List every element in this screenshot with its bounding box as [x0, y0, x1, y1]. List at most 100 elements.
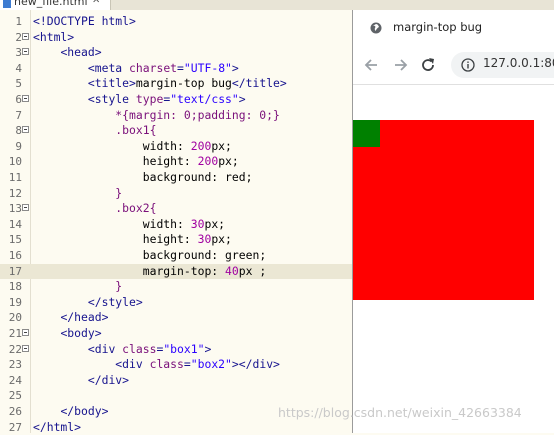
code-line[interactable]: 1 <!DOCTYPE html>	[0, 14, 352, 30]
fold-toggle-icon[interactable]	[22, 329, 29, 336]
line-number: 6	[15, 93, 22, 106]
code-line[interactable]: 13 .box2{	[0, 201, 352, 217]
editor-tab-strip: new_file.html ✕	[0, 0, 554, 10]
line-number: 5	[15, 77, 22, 91]
code-line[interactable]: 9 width: 200px;	[0, 139, 352, 155]
code-text: width: 30px;	[142, 216, 226, 231]
code-line[interactable]: 3 <head>	[0, 45, 352, 61]
code-text: <style type="text/css">	[87, 92, 246, 106]
line-number: 7	[15, 108, 22, 122]
code-line[interactable]: 19 </style>	[0, 295, 352, 311]
editor-tab-new-file[interactable]: new_file.html ✕	[0, 0, 111, 10]
code-text: margin-top: 40px ;	[142, 263, 267, 278]
code-text: *{margin: 0;padding: 0;}	[115, 107, 280, 122]
code-line[interactable]: 7 *{margin: 0;padding: 0;}	[0, 108, 352, 124]
code-text: </head>	[60, 310, 109, 325]
line-number: 19	[8, 295, 22, 309]
code-line[interactable]: 20 </head>	[0, 310, 352, 326]
browser-tab-title: margin-top bug	[393, 20, 483, 34]
line-number: 2	[15, 30, 22, 44]
info-icon[interactable]	[461, 58, 475, 72]
line-number: 4	[15, 61, 22, 75]
line-number: 8	[15, 124, 22, 138]
code-line[interactable]: 17 margin-top: 40px ;	[0, 263, 352, 280]
code-text: </div>	[87, 372, 130, 387]
line-number: 15	[8, 233, 22, 247]
code-text: }	[115, 185, 123, 200]
code-text: <head>	[60, 45, 102, 60]
line-number: 18	[8, 280, 22, 294]
line-number: 17	[8, 264, 22, 278]
code-text: </body>	[60, 404, 109, 418]
code-line[interactable]: 6 <style type="text/css">	[0, 92, 352, 108]
code-text: </style>	[87, 294, 143, 309]
browser-toolbar: 127.0.0.1:80/	[353, 46, 554, 85]
code-text: <html>	[33, 29, 75, 44]
line-number: 16	[8, 249, 22, 262]
code-line[interactable]: 14 width: 30px;	[0, 217, 352, 233]
back-arrow-icon[interactable]	[363, 56, 381, 74]
globe-icon	[370, 22, 382, 34]
code-line[interactable]: 22 <div class="box1">	[0, 342, 352, 358]
rendered-box2	[353, 120, 380, 147]
editor-tab-label: new_file.html	[14, 0, 88, 8]
code-text: width: 200px;	[142, 138, 232, 153]
fold-toggle-icon[interactable]	[22, 95, 29, 102]
browser-window: margin-top bug 127.0.0.1:80/	[352, 10, 554, 433]
code-line[interactable]: 18 }	[0, 279, 352, 295]
code-text: }	[115, 279, 123, 294]
code-line[interactable]: 15 height: 30px;	[0, 232, 352, 248]
rendered-box1	[353, 120, 534, 300]
code-text: <!DOCTYPE html>	[33, 14, 136, 28]
fold-toggle-icon[interactable]	[22, 32, 29, 40]
code-text: <meta charset="UTF-8">	[87, 60, 239, 75]
close-tab-icon[interactable]: ✕	[92, 0, 100, 6]
code-text: background: green;	[142, 248, 267, 262]
fold-toggle-icon[interactable]	[22, 204, 29, 212]
line-number: 24	[8, 373, 22, 387]
url-text: 127.0.0.1:80/	[483, 56, 554, 70]
line-number: 21	[8, 327, 22, 340]
code-text: .box1{	[115, 123, 157, 138]
line-number: 11	[8, 171, 22, 184]
forward-arrow-icon[interactable]	[391, 56, 409, 74]
line-number: 3	[15, 46, 22, 60]
code-line[interactable]: 21 <body>	[0, 326, 352, 342]
fold-toggle-icon[interactable]	[22, 126, 29, 134]
line-number: 22	[8, 342, 22, 356]
reload-icon[interactable]	[419, 56, 437, 74]
fold-toggle-icon[interactable]	[22, 344, 29, 352]
line-number: 9	[15, 139, 22, 153]
fold-toggle-icon[interactable]	[22, 48, 29, 56]
code-line[interactable]: 10 height: 200px;	[0, 154, 352, 170]
code-text: background: red;	[142, 170, 253, 184]
code-line[interactable]: 23 <div class="box2"></div>	[0, 357, 352, 373]
code-text: <body>	[60, 326, 102, 340]
line-number: 20	[8, 311, 22, 325]
code-editor[interactable]: 1 <!DOCTYPE html> 2 <html> 3 <head> 4 <meta c…	[0, 10, 352, 434]
code-text: <title>margin-top bug</title>	[87, 76, 287, 91]
code-line[interactable]: 11 background: red;	[0, 170, 352, 186]
line-number: 25	[8, 389, 22, 403]
page-viewport	[353, 85, 554, 433]
code-line[interactable]: 8 .box1{	[0, 123, 352, 139]
code-line[interactable]: 5 <title>margin-top bug</title>	[0, 76, 352, 92]
code-text: <div class="box2"></div>	[115, 357, 280, 372]
code-line[interactable]: 2 <html>	[0, 30, 352, 46]
line-number: 1	[15, 15, 22, 28]
code-line[interactable]: 25	[0, 388, 352, 404]
code-line[interactable]: 16 background: green;	[0, 248, 352, 264]
code-line[interactable]: 12 }	[0, 186, 352, 202]
code-text: height: 30px;	[142, 232, 232, 247]
code-text: <div class="box1">	[87, 341, 212, 356]
code-text: height: 200px;	[142, 154, 239, 169]
code-line[interactable]: 24 </div>	[0, 373, 352, 389]
line-number: 23	[8, 358, 22, 372]
line-number: 12	[8, 186, 22, 200]
html-file-icon	[3, 0, 11, 8]
line-number: 26	[8, 405, 22, 418]
code-text: .box2{	[115, 201, 157, 216]
address-bar[interactable]: 127.0.0.1:80/	[451, 52, 554, 78]
code-line[interactable]: 4 <meta charset="UTF-8">	[0, 61, 352, 77]
browser-tab[interactable]: margin-top bug	[353, 10, 554, 46]
